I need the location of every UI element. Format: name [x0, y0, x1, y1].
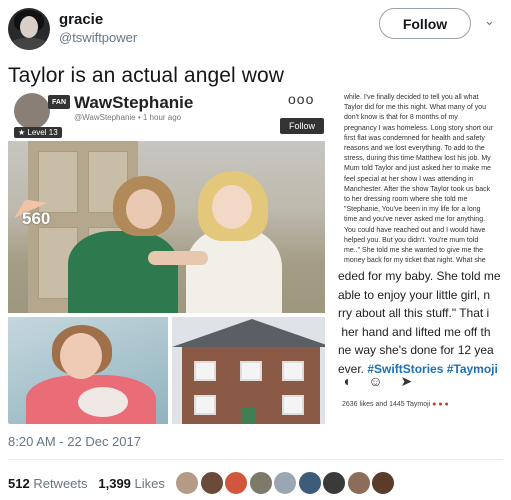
liker-avatar[interactable] — [346, 471, 371, 495]
person-face — [126, 189, 162, 229]
divider — [8, 459, 503, 460]
reaction-icons: ● ● ● — [432, 401, 449, 408]
embedded-follow-button: Follow — [280, 118, 324, 134]
level-badge: ★ Level 13 — [14, 127, 62, 138]
embedded-stats-text: 2636 likes and 1445 Taymoji — [342, 401, 431, 408]
chevron-down-icon[interactable]: ⌄ — [484, 13, 495, 29]
likes-label[interactable]: Likes — [135, 476, 165, 491]
tweet-media-image[interactable]: FAN WawStephanie @WawStephanie • 1 hour … — [8, 91, 505, 424]
likes-overlay-count: 560 — [22, 209, 51, 228]
follow-button[interactable]: Follow — [379, 8, 471, 39]
user-avatar[interactable] — [8, 8, 50, 50]
house-photo — [172, 317, 325, 424]
fan-badge: FAN — [48, 95, 70, 109]
story-small-text: while. I've finally decided to tell you … — [344, 94, 494, 265]
person-face-2 — [212, 185, 252, 229]
baby — [78, 387, 128, 417]
display-name[interactable]: gracie — [59, 11, 103, 28]
house-roof — [172, 319, 325, 347]
embedded-action-icons: ◖ ☺ ➤ — [342, 373, 502, 393]
mother-face — [60, 333, 102, 379]
story-large-text-body: eded for my baby. She told me able to en… — [338, 269, 501, 376]
liker-avatar[interactable] — [224, 471, 248, 495]
embedded-post-header: FAN WawStephanie @WawStephanie • 1 hour … — [8, 91, 330, 139]
more-dots-icon: ooo — [288, 91, 315, 107]
story-text-column: while. I've finally decided to tell you … — [338, 91, 505, 424]
mother-baby-photo — [8, 317, 168, 424]
send-icon: ➤ — [400, 373, 413, 389]
embedded-stats: 2636 likes and 1445 Taymoji ● ● ● — [342, 401, 505, 408]
tweet-stats: 512 Retweets 1,399 Likes — [8, 476, 165, 491]
person-green-dress — [68, 231, 178, 313]
embedded-subline: @WawStephanie • 1 hour ago — [74, 113, 182, 122]
tweet-text: Taylor is an actual angel wow — [8, 64, 285, 87]
emoji-icon: ☺ — [368, 373, 383, 389]
liker-avatar[interactable] — [371, 471, 395, 495]
tweet-timestamp[interactable]: 8:20 AM - 22 Dec 2017 — [8, 434, 141, 449]
liker-avatar[interactable] — [273, 471, 297, 495]
liker-avatar[interactable] — [248, 471, 273, 495]
likes-count[interactable]: 1,399 — [98, 476, 131, 491]
liker-avatar[interactable] — [297, 471, 322, 495]
story-large-text: eded for my baby. She told me able to en… — [338, 267, 505, 378]
user-handle[interactable]: @tswiftpower — [59, 30, 137, 45]
embedded-avatar — [14, 93, 50, 129]
liker-avatar[interactable] — [322, 471, 346, 495]
person-arm — [148, 251, 208, 265]
green-door — [242, 407, 256, 424]
liker-avatar[interactable] — [175, 471, 199, 495]
like-icon: ◖ — [342, 373, 351, 389]
retweets-label[interactable]: Retweets — [33, 476, 87, 491]
embedded-author-name: WawStephanie — [74, 93, 194, 112]
main-photo: 560 — [8, 141, 325, 313]
liker-avatar[interactable] — [199, 471, 224, 495]
house — [172, 319, 325, 424]
likes-overlay: 560 — [8, 191, 78, 237]
retweets-count[interactable]: 512 — [8, 476, 30, 491]
